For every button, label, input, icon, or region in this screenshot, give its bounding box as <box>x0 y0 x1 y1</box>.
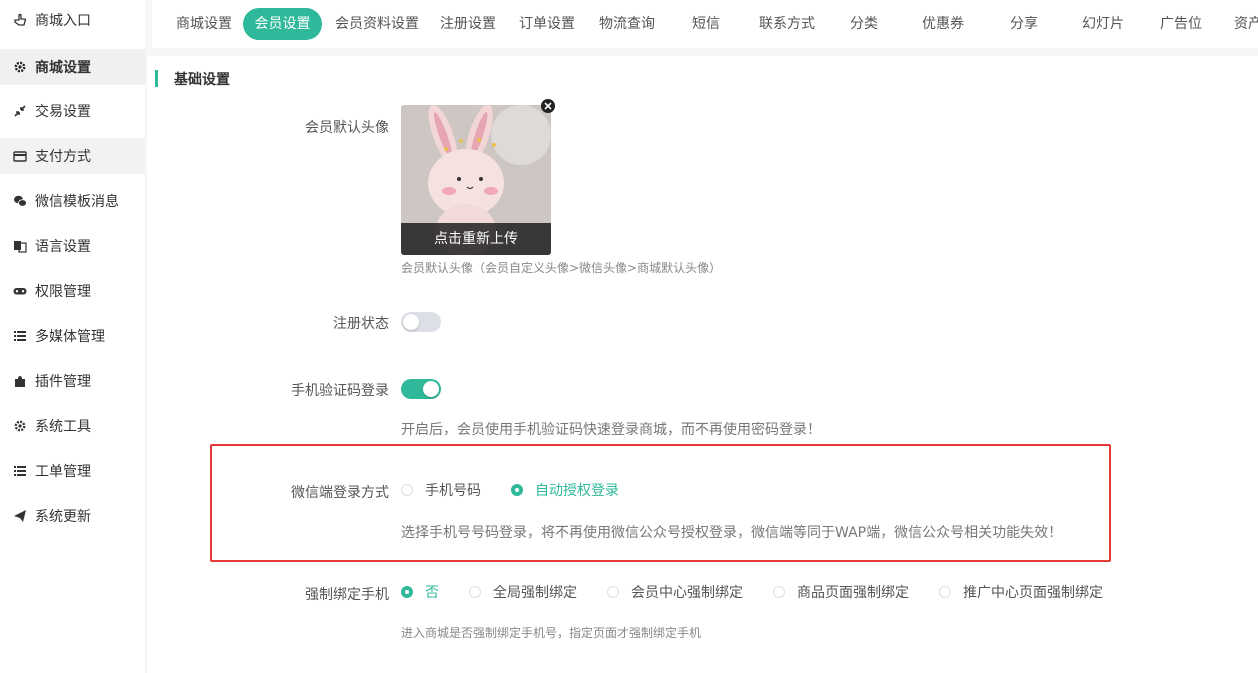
section-title: 基础设置 <box>174 72 230 88</box>
compress-arrows-icon <box>13 104 27 118</box>
language-icon <box>13 239 27 253</box>
settings-panel: 基础设置 会员默认头像 点击重新上传 会员默认头像（会员自定义头像>微信头像>商… <box>147 56 1258 673</box>
sidebar-item-wechat-template[interactable]: 微信模板消息 <box>0 183 145 219</box>
sidebar-item-label: 交易设置 <box>35 104 91 120</box>
gamepad-icon <box>13 284 27 298</box>
sidebar-item-label: 工单管理 <box>35 464 91 480</box>
tab-store-settings[interactable]: 商城设置 <box>170 8 238 40</box>
sidebar-item-trade-settings[interactable]: 交易设置 <box>0 93 145 129</box>
hand-pointer-icon <box>13 13 27 27</box>
radio-circle <box>773 586 785 598</box>
paper-plane-icon <box>13 509 27 523</box>
tab-member-settings[interactable]: 会员设置 <box>243 8 322 40</box>
tab-register-settings[interactable]: 注册设置 <box>437 8 499 40</box>
tab-logistics[interactable]: 物流查询 <box>595 8 659 40</box>
remove-avatar-button[interactable] <box>541 99 555 113</box>
switch-knob <box>423 381 439 397</box>
sidebar-item-label: 系统工具 <box>35 419 91 435</box>
sidebar-item-system-tools[interactable]: 系统工具 <box>0 408 145 444</box>
tab-slideshow[interactable]: 幻灯片 <box>1078 8 1128 40</box>
credit-card-icon <box>13 149 27 163</box>
sidebar-item-label: 商城设置 <box>35 60 91 76</box>
avatar-image[interactable]: 点击重新上传 <box>401 105 551 255</box>
avatar-label: 会员默认头像 <box>305 120 389 136</box>
gear-icon <box>13 60 27 74</box>
radio-circle <box>401 484 413 496</box>
sidebar-item-store-entry[interactable]: 商城入口 <box>0 2 145 38</box>
sidebar-item-label: 权限管理 <box>35 284 91 300</box>
sidebar-item-system-update[interactable]: 系统更新 <box>0 498 145 534</box>
tab-sms[interactable]: 短信 <box>687 8 725 40</box>
sidebar-item-label: 插件管理 <box>35 374 91 390</box>
tab-member-profile-settings[interactable]: 会员资料设置 <box>332 8 422 40</box>
radio-label: 推广中心页面强制绑定 <box>963 585 1103 601</box>
switch-knob <box>403 314 419 330</box>
radio-promotion-center-bind[interactable]: 推广中心页面强制绑定 <box>939 582 1103 602</box>
sidebar-item-label: 支付方式 <box>35 149 91 165</box>
tab-share[interactable]: 分享 <box>1007 8 1041 40</box>
register-status-label: 注册状态 <box>333 316 389 332</box>
radio-no-bind[interactable]: 否 <box>401 582 439 602</box>
radio-label: 手机号码 <box>425 483 481 499</box>
avatar-hint: 会员默认头像（会员自定义头像>微信头像>商城默认头像） <box>401 261 722 275</box>
radio-label: 会员中心强制绑定 <box>631 585 743 601</box>
sms-login-label: 手机验证码登录 <box>291 383 389 399</box>
tab-ad-slots[interactable]: 广告位 <box>1157 8 1205 40</box>
radio-circle <box>401 586 413 598</box>
radio-label: 商品页面强制绑定 <box>797 585 909 601</box>
radio-circle <box>469 586 481 598</box>
sidebar-item-media[interactable]: 多媒体管理 <box>0 318 145 354</box>
gear-icon <box>13 419 27 433</box>
sidebar-item-store-settings[interactable]: 商城设置 <box>0 49 145 85</box>
tab-assets[interactable]: 资产 <box>1231 8 1258 40</box>
sidebar-item-label: 微信模板消息 <box>35 194 119 210</box>
list-icon <box>13 464 27 478</box>
radio-auto-authorize[interactable]: 自动授权登录 <box>511 480 619 500</box>
force-bind-hint: 进入商城是否强制绑定手机号，指定页面才强制绑定手机 <box>401 626 702 640</box>
radio-product-page-bind[interactable]: 商品页面强制绑定 <box>773 582 909 602</box>
settings-tab-bar: 商城设置 会员设置 会员资料设置 注册设置 订单设置 物流查询 短信 联系方式 … <box>152 0 1258 48</box>
radio-circle <box>939 586 951 598</box>
tab-order-settings[interactable]: 订单设置 <box>516 8 578 40</box>
sms-login-hint: 开启后，会员使用手机验证码快速登录商城，而不再使用密码登录！ <box>401 422 821 438</box>
sidebar-item-plugins[interactable]: 插件管理 <box>0 363 145 399</box>
radio-circle <box>511 484 523 496</box>
radio-global-bind[interactable]: 全局强制绑定 <box>469 582 577 602</box>
sidebar: 商城入口 商城设置 交易设置 支付方式 微信模板消息 语言设置 权限管理 多媒体… <box>0 0 145 673</box>
sidebar-item-label: 系统更新 <box>35 509 91 525</box>
tab-contact[interactable]: 联系方式 <box>753 8 821 40</box>
radio-label: 自动授权登录 <box>535 483 619 499</box>
tab-coupons[interactable]: 优惠券 <box>918 8 968 40</box>
radio-label: 全局强制绑定 <box>493 585 577 601</box>
sms-login-switch[interactable] <box>401 379 441 399</box>
sidebar-item-label: 商城入口 <box>35 13 91 29</box>
highlight-box <box>210 444 1111 562</box>
radio-circle <box>607 586 619 598</box>
wechat-login-label: 微信端登录方式 <box>291 485 389 501</box>
radio-phone-number[interactable]: 手机号码 <box>401 480 481 500</box>
sidebar-item-permissions[interactable]: 权限管理 <box>0 273 145 309</box>
close-icon <box>544 102 552 110</box>
register-status-switch[interactable] <box>401 312 441 332</box>
sidebar-item-payment[interactable]: 支付方式 <box>0 138 145 174</box>
wechat-login-hint: 选择手机号号码登录，将不再使用微信公众号授权登录，微信端等同于WAP端，微信公众… <box>401 525 1063 541</box>
reupload-button[interactable]: 点击重新上传 <box>401 223 551 255</box>
tab-category[interactable]: 分类 <box>847 8 881 40</box>
sidebar-item-label: 语言设置 <box>35 239 91 255</box>
radio-member-center-bind[interactable]: 会员中心强制绑定 <box>607 582 743 602</box>
sidebar-item-language[interactable]: 语言设置 <box>0 228 145 264</box>
wechat-icon <box>13 194 27 208</box>
sidebar-item-tickets[interactable]: 工单管理 <box>0 453 145 489</box>
list-icon <box>13 329 27 343</box>
sidebar-item-label: 多媒体管理 <box>35 329 105 345</box>
radio-label: 否 <box>425 585 439 601</box>
puzzle-icon <box>13 374 27 388</box>
section-accent-bar <box>155 70 158 87</box>
force-bind-label: 强制绑定手机 <box>305 587 389 603</box>
